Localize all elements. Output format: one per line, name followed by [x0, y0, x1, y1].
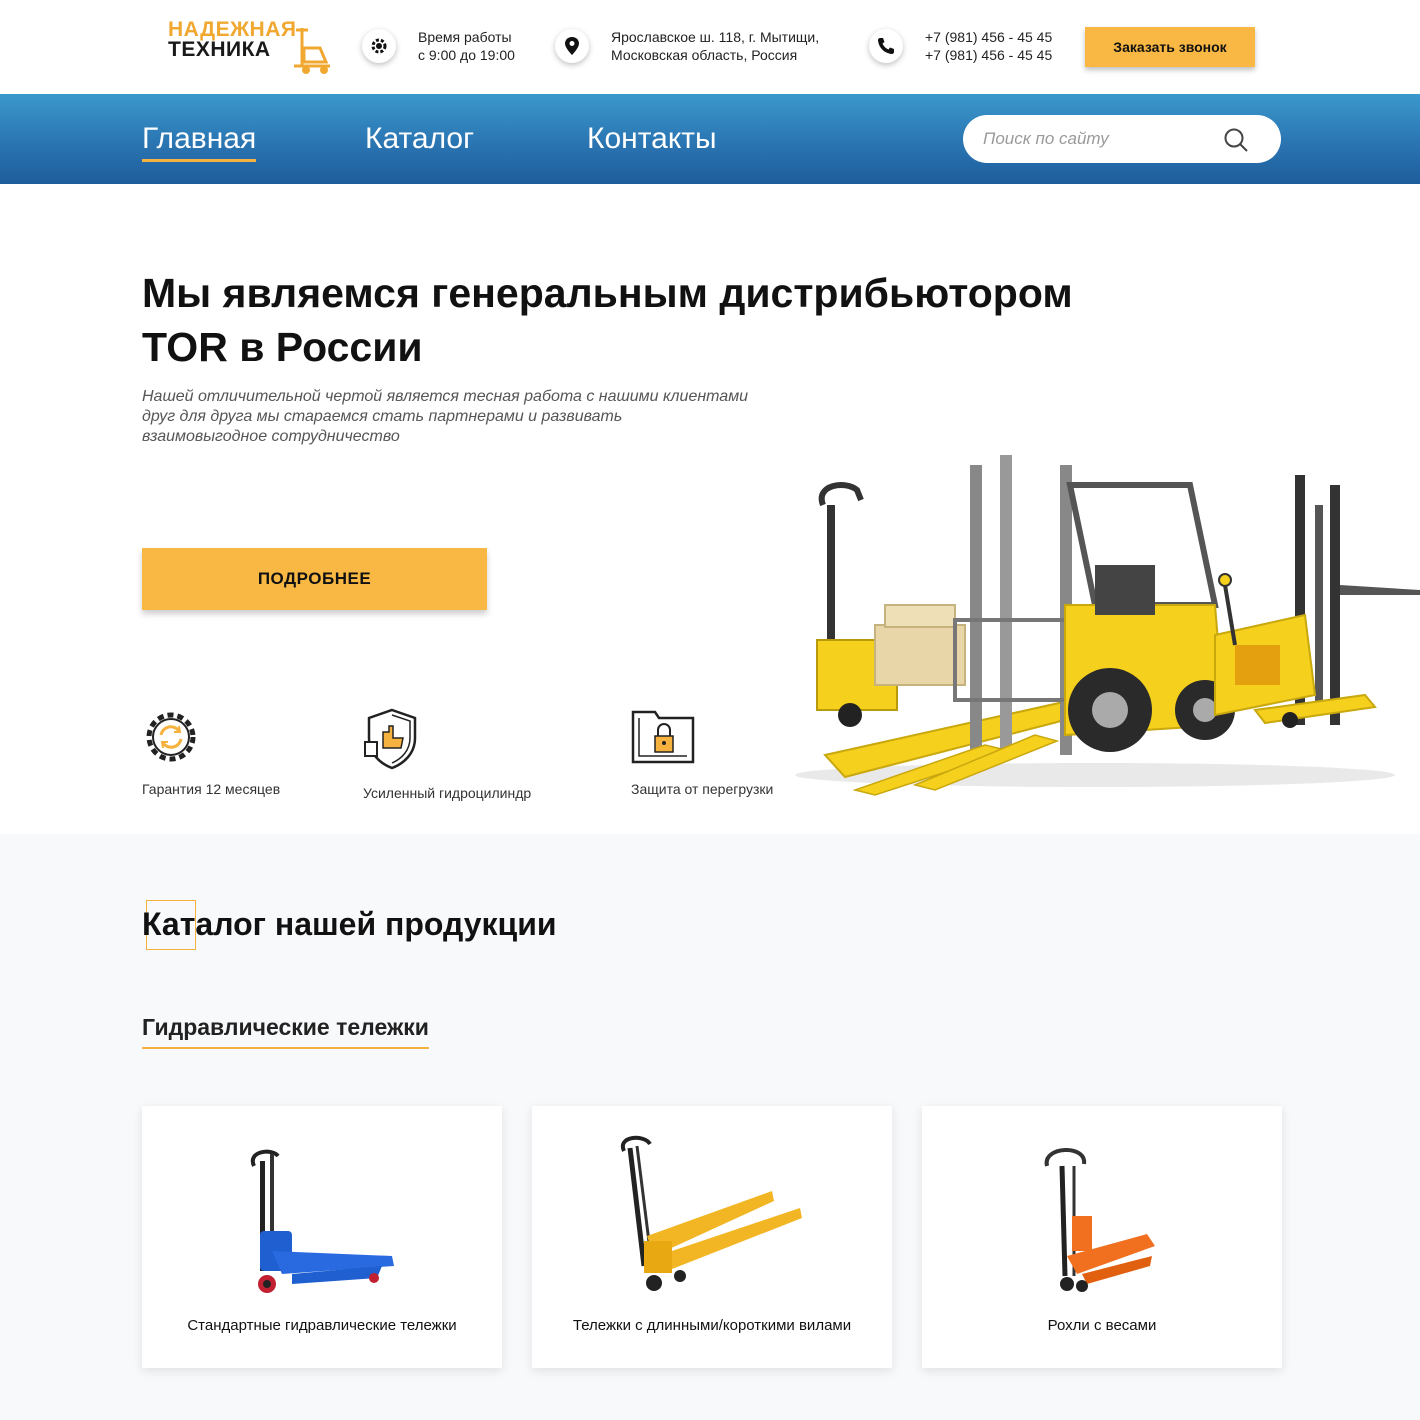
nav-catalog[interactable]: Каталог: [365, 122, 474, 156]
hero-subtitle: Нашей отличительной чертой является тесн…: [142, 387, 802, 447]
hero-sub-line3: взаимовыгодное сотрудничество: [142, 428, 400, 445]
phone-1[interactable]: +7 (981) 456 - 45 45: [925, 28, 1052, 46]
hours-line1: Время работы: [418, 29, 512, 45]
search-icon[interactable]: [1223, 127, 1249, 153]
phones: +7 (981) 456 - 45 45 +7 (981) 456 - 45 4…: [869, 28, 1052, 64]
orange-pallet-truck-scales-image: [1044, 1148, 1155, 1292]
address: Ярославское ш. 118, г. Мытищи, Московска…: [555, 28, 819, 64]
shield-hand-icon: [364, 708, 417, 770]
product-card-label: Тележки с длинными/короткими вилами: [572, 1317, 852, 1334]
logo[interactable]: НАДЕЖНАЯ ТЕХНИКА: [168, 18, 334, 76]
address-line2: Московская область, Россия: [611, 47, 798, 63]
phone-2[interactable]: +7 (981) 456 - 45 45: [925, 46, 1052, 64]
feature-overload: Защита от перегрузки: [631, 708, 773, 797]
nav-home[interactable]: Главная: [142, 122, 257, 162]
blue-pallet-truck-image: [250, 1149, 394, 1293]
main-nav: Главная Каталог Контакты: [0, 94, 1420, 184]
map-pin-icon: [555, 29, 589, 63]
feature-warranty-label: Гарантия 12 месяцев: [142, 781, 281, 797]
hand-pallet-truck: [816, 482, 966, 727]
product-card-long-forks[interactable]: Тележки с длинными/короткими вилами: [532, 1106, 892, 1368]
forklift-logo-icon: [294, 28, 330, 74]
clock-gear-icon: [362, 29, 396, 63]
yellow-pallet-truck-image: [620, 1135, 802, 1291]
hero-title-line2: TOR в России: [142, 324, 423, 370]
logo-line2: ТЕХНИКА: [168, 38, 271, 61]
product-card-label: Рохли с весами: [1047, 1317, 1157, 1334]
search-input[interactable]: [983, 129, 1213, 149]
catalog-title: Каталог нашей продукции: [142, 906, 557, 942]
phone-icon: [869, 29, 903, 63]
more-button[interactable]: ПОДРОБНЕЕ: [142, 548, 487, 610]
catalog-section: Каталог нашей продукции Гидравлические т…: [0, 834, 1420, 1420]
forklift-fleet-image: [795, 455, 1420, 796]
nav-contacts[interactable]: Контакты: [587, 122, 717, 156]
hero-sub-line1: Нашей отличительной чертой является тесн…: [142, 388, 749, 405]
hero-title-line1: Мы являемся генеральным дистрибьютором: [142, 270, 1073, 316]
product-card-standard[interactable]: Стандартные гидравлические тележки: [142, 1106, 502, 1368]
folder-lock-icon: [631, 710, 695, 764]
catalog-subtitle[interactable]: Гидравлические тележки: [142, 1014, 429, 1049]
feature-overload-label: Защита от перегрузки: [631, 781, 774, 797]
search-box: [963, 115, 1281, 163]
product-card-label: Стандартные гидравлические тележки: [187, 1317, 457, 1334]
top-bar: НАДЕЖНАЯ ТЕХНИКА Время работы с 9:00 до …: [0, 0, 1420, 94]
electric-stacker: [1214, 475, 1420, 728]
feature-cylinder-label: Усиленный гидроцилиндр: [363, 785, 532, 801]
feature-warranty: Гарантия 12 месяцев: [142, 708, 280, 797]
callback-button[interactable]: Заказать звонок: [1085, 27, 1255, 67]
hero-sub-line2: друг для друга мы стараемся стать партне…: [142, 408, 623, 425]
hours-line2: с 9:00 до 19:00: [418, 47, 515, 63]
hero-title: Мы являемся генеральным дистрибьютором T…: [142, 266, 1242, 374]
product-card-scales[interactable]: Рохли с весами: [922, 1106, 1282, 1368]
gear-refresh-icon: [146, 712, 196, 762]
working-hours: Время работы с 9:00 до 19:00: [362, 28, 515, 64]
address-line1: Ярославское ш. 118, г. Мытищи,: [611, 29, 820, 45]
feature-cylinder: Усиленный гидроцилиндр: [363, 708, 531, 801]
